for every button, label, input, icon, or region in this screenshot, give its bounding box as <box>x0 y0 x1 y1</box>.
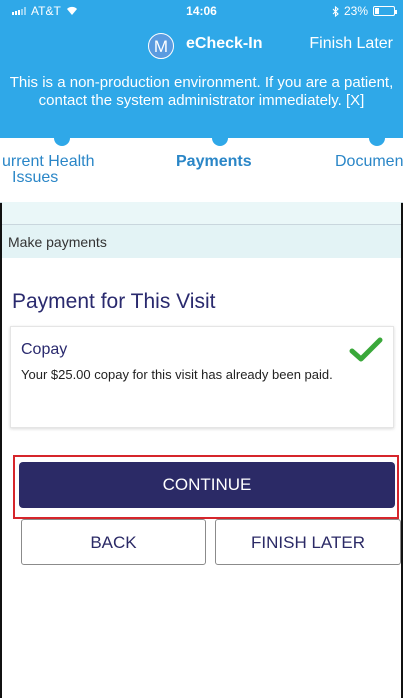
app-header: M eCheck-In Finish Later <box>0 22 403 68</box>
continue-button[interactable]: CONTINUE <box>19 462 395 508</box>
bluetooth-icon <box>332 5 339 17</box>
battery-icon <box>373 6 397 16</box>
copay-description: Your $25.00 copay for this visit has alr… <box>21 367 333 382</box>
page-title: Payment for This Visit <box>12 290 216 313</box>
step-dot-icon <box>369 138 385 146</box>
step-documents[interactable]: Documen <box>335 154 403 170</box>
step-payments[interactable]: Payments <box>176 154 252 170</box>
step-dot-icon <box>212 138 228 146</box>
battery-percent: 23% <box>343 4 368 18</box>
step-current-health[interactable]: urrent Health Issues <box>2 154 95 186</box>
checkmark-icon <box>349 337 383 362</box>
step-dot-icon <box>54 138 70 146</box>
back-button[interactable]: BACK <box>21 519 206 565</box>
progress-steps: urrent Health Issues Payments Documen <box>0 138 403 203</box>
environment-banner[interactable]: This is a non-production environment. If… <box>0 68 403 138</box>
avatar[interactable]: M <box>148 33 174 59</box>
section-title: Make payments <box>8 234 107 250</box>
main-content: Make payments Payment for This Visit Cop… <box>2 202 401 698</box>
section-header: Make payments <box>2 224 401 260</box>
copay-title: Copay <box>21 341 68 358</box>
status-bar: AT&T 14:06 23% <box>0 0 403 22</box>
finish-later-link[interactable]: Finish Later <box>309 35 393 53</box>
finish-later-button[interactable]: FINISH LATER <box>215 519 401 565</box>
app-title: eCheck-In <box>186 35 263 52</box>
copay-card: Copay Your $25.00 copay for this visit h… <box>10 326 394 428</box>
